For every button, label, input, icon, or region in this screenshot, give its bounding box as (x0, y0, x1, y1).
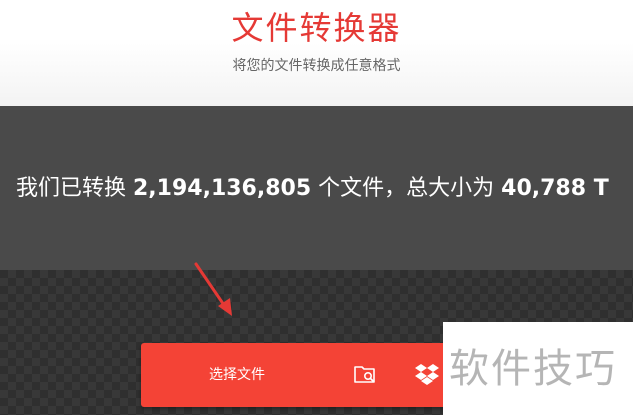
stats-banner: 我们已转换 2,194,136,805 个文件，总大小为 40,788 T (0, 106, 633, 270)
watermark: 软件技巧 (443, 322, 633, 415)
stats-total-size: 40,788 T (501, 176, 609, 201)
watermark-text: 软件技巧 (449, 346, 617, 392)
choose-file-button[interactable]: 选择文件 (209, 365, 265, 385)
stats-file-count: 2,194,136,805 (133, 176, 312, 201)
page-title: 文件转换器 (231, 9, 402, 47)
page: 文件转换器 将您的文件转换成任意格式 我们已转换 2,194,136,805 个… (0, 0, 633, 415)
stats-middle: 个文件，总大小为 (311, 176, 502, 201)
annotation-arrow-icon (194, 262, 232, 316)
page-subtitle: 将您的文件转换成任意格式 (232, 58, 401, 74)
stats-prefix: 我们已转换 (16, 176, 133, 201)
dropbox-icon[interactable] (414, 362, 440, 386)
banner-edge (625, 106, 633, 270)
upload-button[interactable]: 选择文件 (141, 343, 451, 407)
header: 文件转换器 将您的文件转换成任意格式 (0, 0, 633, 106)
folder-search-icon[interactable] (353, 363, 379, 385)
conversion-stats: 我们已转换 2,194,136,805 个文件，总大小为 40,788 T (16, 174, 609, 204)
